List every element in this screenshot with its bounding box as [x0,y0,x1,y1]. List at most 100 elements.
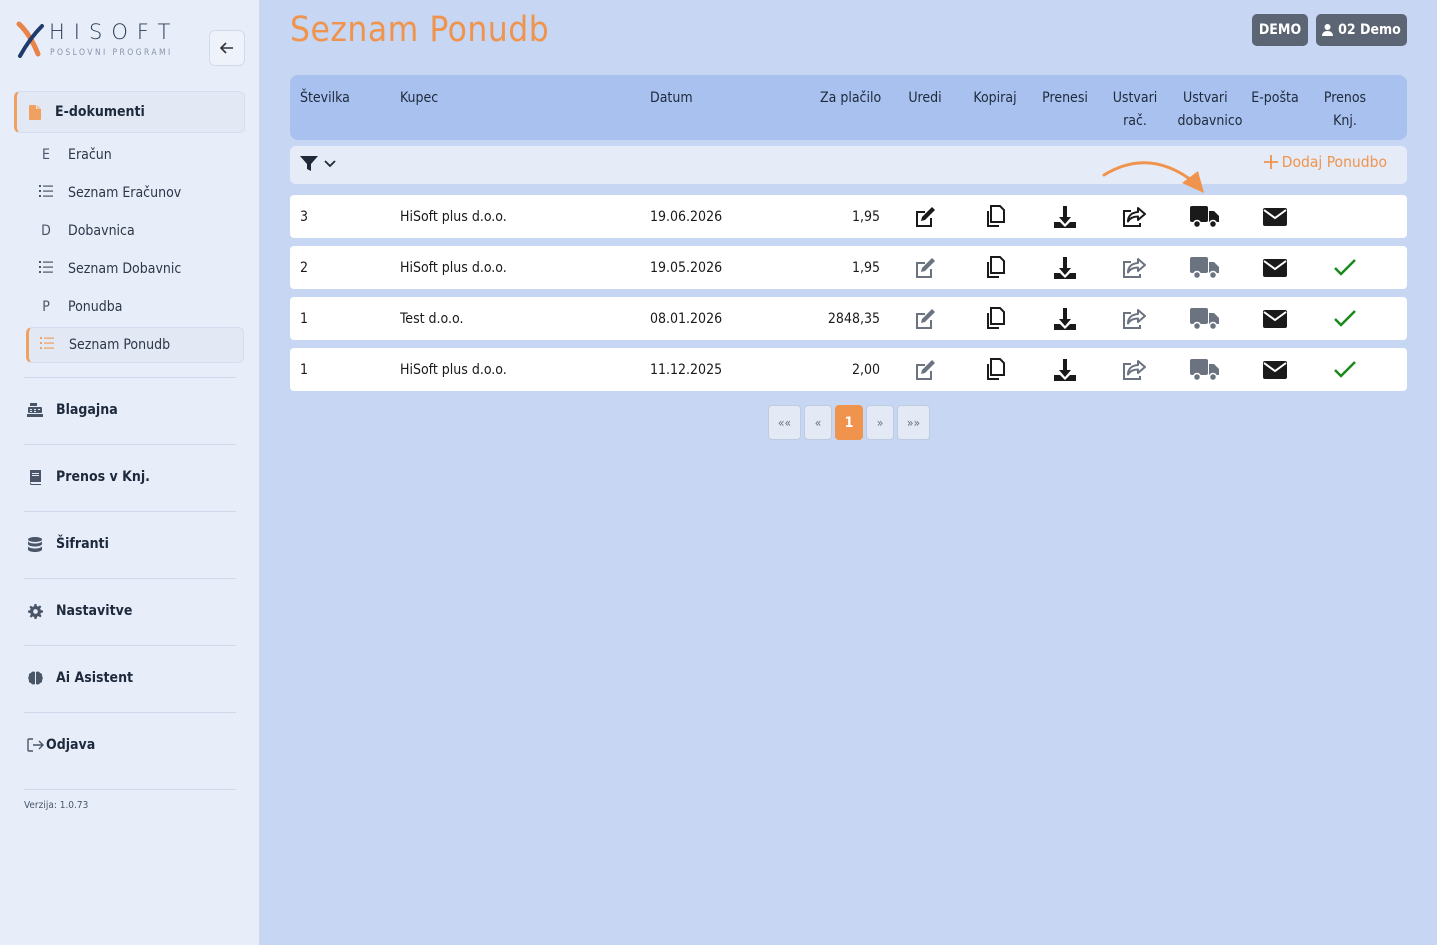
email-button[interactable] [1255,348,1295,391]
email-button[interactable] [1255,297,1295,340]
cell-za-placilo: 1,95 [851,208,880,225]
sidebar-item-blagajna[interactable]: Blagajna [26,395,118,425]
copy-button[interactable] [975,297,1015,340]
email-button[interactable] [1255,246,1295,289]
arrow-left-icon [220,42,233,54]
create-invoice-button[interactable] [1114,348,1154,391]
create-invoice-button[interactable] [1114,297,1154,340]
cell-za-placilo: 2,00 [851,361,880,378]
download-button[interactable] [1045,195,1085,238]
copy-button[interactable] [975,195,1015,238]
col-prenos-line2: Knj. [1333,113,1357,129]
col-kupec[interactable]: Kupec [400,87,438,110]
letter-d-icon: D [41,223,51,239]
version-label: Verzija: 1.0.73 [24,800,89,811]
sidebar-item-nastavitve[interactable]: Nastavitve [26,596,132,626]
table-header: Številka Kupec Datum Za plačilo Uredi Ko… [290,75,1407,140]
edit-icon [916,359,935,380]
page-first-button[interactable]: «« [768,405,801,440]
book-icon [26,469,44,485]
cell-kupec: HiSoft plus d.o.o. [400,259,507,276]
sidebar-item-seznam-ponudb[interactable]: Seznam Ponudb [26,327,244,363]
checkmark-icon [1334,361,1356,378]
sidebar-item-eracun[interactable]: E Eračun [26,137,244,173]
annotation-arrow-icon [1102,161,1204,193]
table-row[interactable]: 3 HiSoft plus d.o.o. 19.06.2026 1,95 [290,195,1407,238]
create-delivery-note-button[interactable] [1185,195,1225,238]
database-icon [26,536,44,552]
table-row[interactable]: 1 HiSoft plus d.o.o. 11.12.2025 2,00 [290,348,1407,391]
cell-datum: 19.06.2026 [650,208,723,225]
edit-button[interactable] [905,297,945,340]
copy-icon [987,358,1005,380]
col-prenesi: Prenesi [1042,90,1088,106]
user-label: 02 Demo [1338,22,1401,38]
email-button[interactable] [1255,195,1295,238]
download-icon [1054,358,1076,381]
page-prev-button[interactable]: « [804,405,832,440]
cell-kupec: HiSoft plus d.o.o. [400,208,507,225]
share-icon [1123,308,1146,329]
filter-toggle[interactable] [300,156,336,172]
filter-bar: Dodaj Ponudbo [290,146,1407,184]
envelope-icon [1263,258,1287,277]
sidebar-item-odjava[interactable]: Odjava [26,730,95,760]
brain-icon [26,671,44,685]
prenos-status [1325,246,1365,289]
sidebar-item-label: Prenos v Knj. [56,469,150,485]
edit-button[interactable] [905,348,945,391]
envelope-icon [1263,207,1287,226]
create-invoice-button[interactable] [1114,246,1154,289]
divider [24,578,236,579]
table-row[interactable]: 2 HiSoft plus d.o.o. 19.05.2026 1,95 [290,246,1407,289]
cell-datum: 11.12.2025 [650,361,723,378]
create-delivery-note-button[interactable] [1185,297,1225,340]
col-datum[interactable]: Datum [650,87,693,110]
download-button[interactable] [1045,246,1085,289]
prenos-status [1325,297,1365,340]
download-button[interactable] [1045,297,1085,340]
nav-e-dokumenti[interactable]: E-dokumenti [14,91,245,133]
cell-datum: 08.01.2026 [650,310,723,327]
create-delivery-note-button[interactable] [1185,246,1225,289]
cell-za-placilo: 1,95 [851,259,880,276]
download-button[interactable] [1045,348,1085,391]
sidebar-item-ai-asistent[interactable]: Ai Asistent [26,663,133,693]
collapse-sidebar-button[interactable] [209,30,245,66]
copy-button[interactable] [975,246,1015,289]
edit-button[interactable] [905,195,945,238]
hisoft-logo[interactable]: HISOFT POSLOVNI PROGRAMI [16,18,196,62]
col-prenos-line1: Prenos [1323,90,1367,106]
sidebar-item-dobavnica[interactable]: D Dobavnica [26,213,244,249]
sidebar-item-prenos-v-knj[interactable]: Prenos v Knj. [26,462,150,492]
cell-stevilka: 2 [300,259,309,276]
page-last-button[interactable]: »» [897,405,930,440]
col-ustvari-rac-line2: rač. [1123,113,1147,129]
user-button[interactable]: 02 Demo [1316,14,1407,46]
sidebar-item-seznam-eracunov[interactable]: Seznam Eračunov [26,175,244,211]
col-za-placilo[interactable]: Za plačilo [820,87,881,110]
add-offer-button[interactable]: Dodaj Ponudbo [1263,153,1387,171]
col-stevilka[interactable]: Številka [300,87,350,110]
truck-icon [1190,307,1219,330]
copy-button[interactable] [975,348,1015,391]
plus-icon [1263,155,1278,169]
sidebar-item-seznam-dobavnic[interactable]: Seznam Dobavnic [26,251,244,287]
share-icon [1123,359,1146,380]
share-icon [1123,257,1146,278]
create-delivery-note-button[interactable] [1185,348,1225,391]
sidebar-item-ponudba[interactable]: P Ponudba [26,289,244,325]
envelope-icon [1263,360,1287,379]
table-row[interactable]: 1 Test d.o.o. 08.01.2026 2848,35 [290,297,1407,340]
demo-button[interactable]: DEMO [1252,14,1308,46]
divider [24,789,236,790]
prenos-status [1325,348,1365,391]
pagination: «« « 1 » »» [768,405,930,440]
create-invoice-button[interactable] [1114,195,1154,238]
sidebar-item-sifranti[interactable]: Šifranti [26,529,109,559]
cell-kupec: HiSoft plus d.o.o. [400,361,507,378]
page-next-button[interactable]: » [866,405,894,440]
divider [24,511,236,512]
page-current-button[interactable]: 1 [835,405,863,440]
edit-button[interactable] [905,246,945,289]
